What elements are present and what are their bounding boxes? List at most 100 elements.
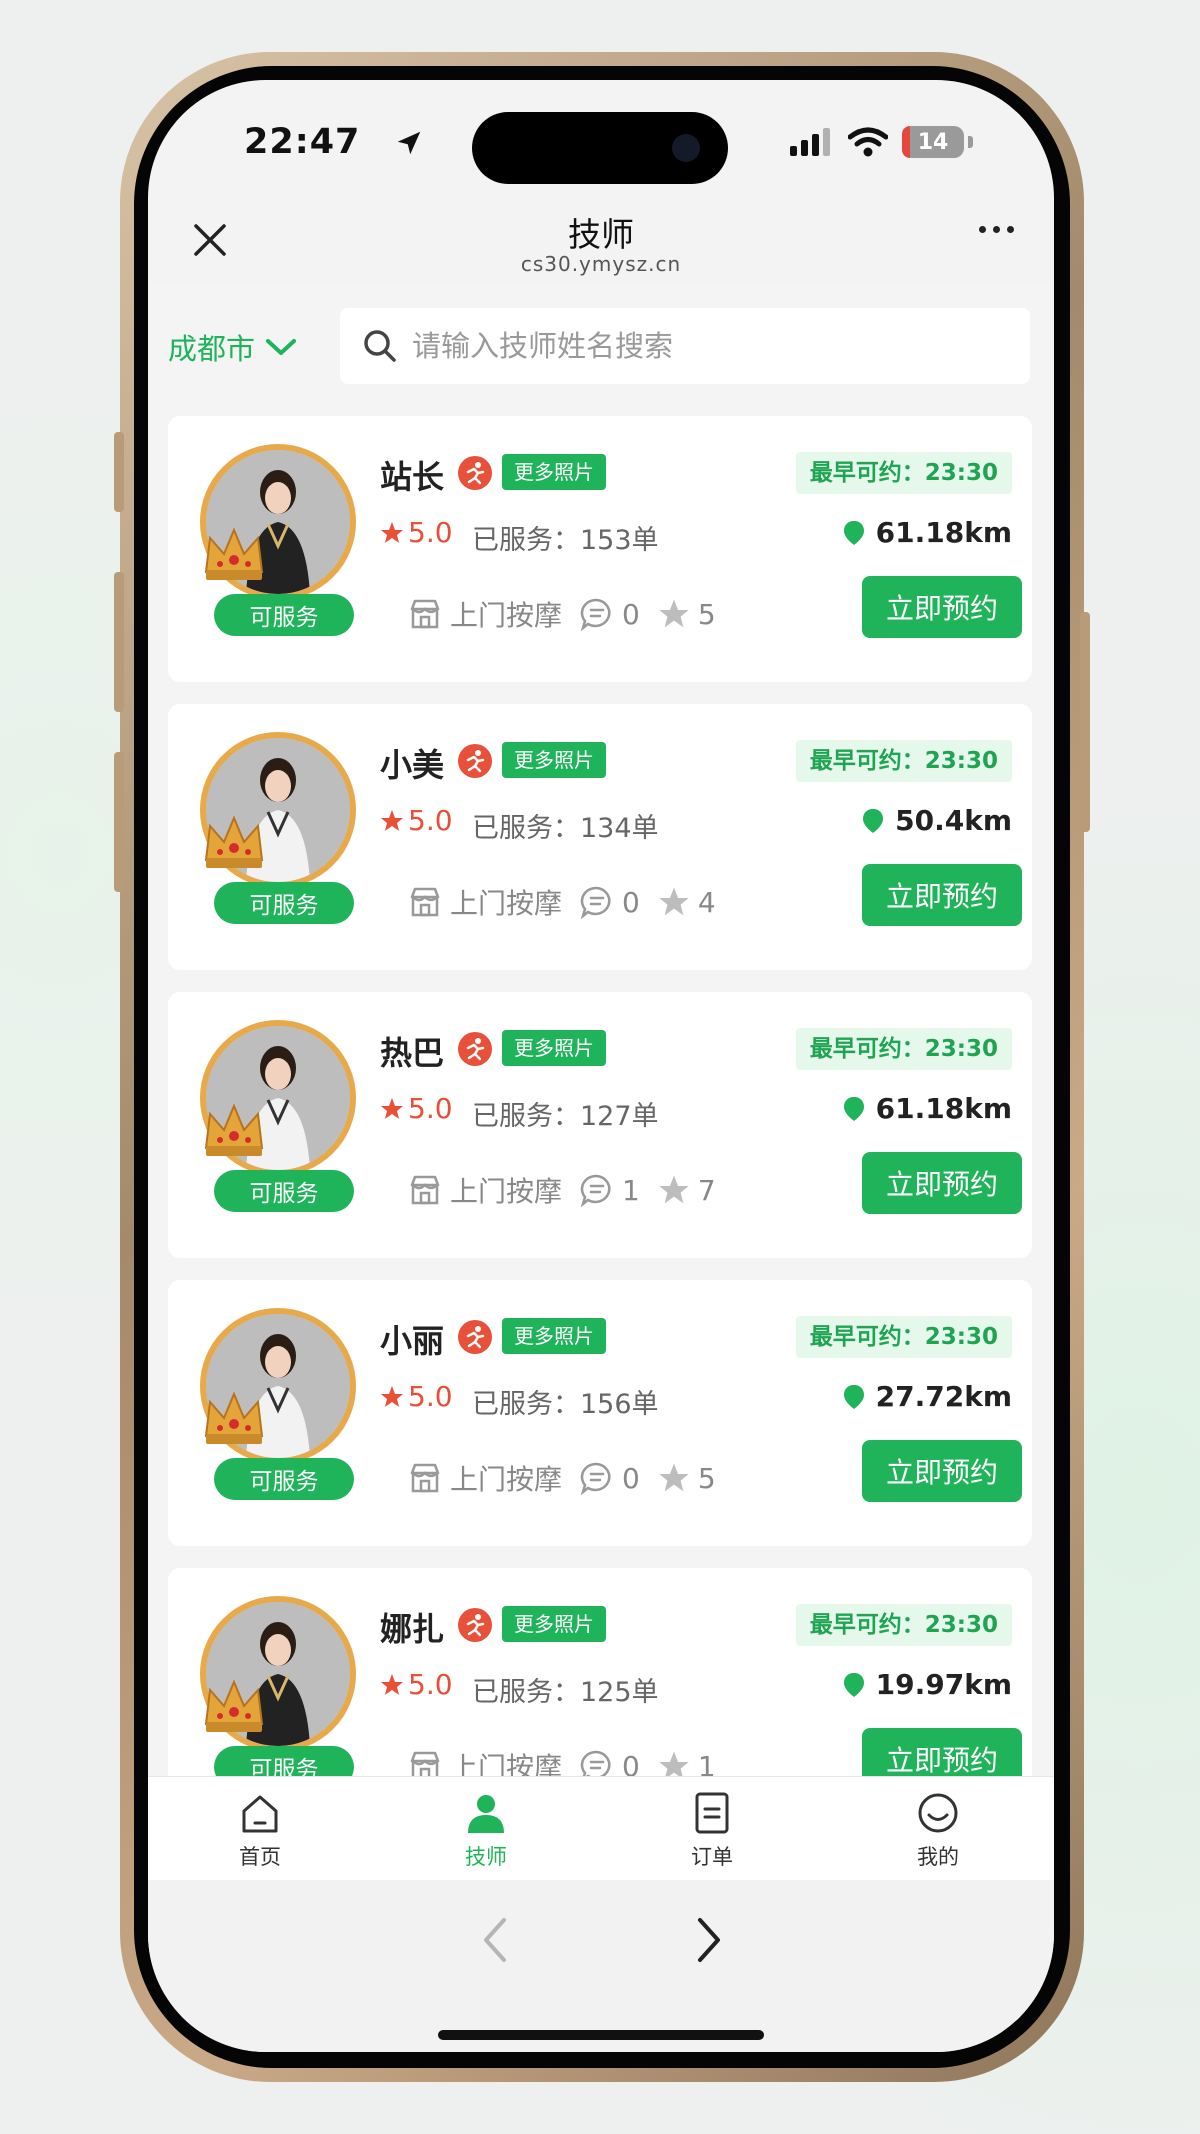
service-type: 上门按摩	[450, 1463, 563, 1496]
book-now-button[interactable]: 立即预约	[862, 1152, 1022, 1214]
more-photos-button[interactable]: 更多照片	[502, 454, 606, 490]
search-box[interactable]	[340, 308, 1030, 384]
rating-value: 5.0	[408, 516, 453, 549]
store-icon	[410, 1463, 440, 1493]
store-icon	[410, 599, 440, 629]
more-photos-button[interactable]: 更多照片	[502, 1030, 606, 1066]
book-now-button[interactable]: 立即预约	[862, 1440, 1022, 1502]
favorite-star-icon	[659, 599, 689, 628]
technician-avatar[interactable]	[200, 732, 356, 888]
technician-name: 热巴	[380, 1034, 445, 1072]
service-meta: 上门按摩 0 5	[408, 594, 716, 634]
tab-home[interactable]: 首页	[200, 1791, 320, 1871]
rating-value: 5.0	[408, 1668, 453, 1701]
location-arrow-icon	[397, 131, 421, 155]
technician-avatar[interactable]	[200, 1020, 356, 1176]
comment-icon	[580, 1750, 611, 1776]
crown-icon	[204, 815, 264, 868]
person-icon	[468, 1795, 504, 1833]
city-selector[interactable]: 成都市	[168, 326, 297, 368]
more-photos-button[interactable]: 更多照片	[502, 1318, 606, 1354]
favorite-count: 7	[697, 1173, 716, 1207]
technician-avatar[interactable]	[200, 1596, 356, 1752]
battery-level: 14	[917, 129, 949, 155]
browser-toolbar	[148, 1880, 1054, 2052]
chevron-down-icon	[266, 339, 297, 355]
tab-mine[interactable]: 我的	[878, 1791, 998, 1871]
rating: 5.0	[380, 516, 453, 549]
comment-count: 0	[622, 597, 640, 631]
search-input[interactable]	[410, 328, 994, 364]
tab-technician-label: 技师	[465, 1845, 507, 1869]
tab-orders[interactable]: 订单	[652, 1791, 772, 1871]
more-photos-button[interactable]: 更多照片	[502, 1606, 606, 1642]
battery-icon: 14	[902, 126, 964, 158]
service-meta: 上门按摩 1 7	[408, 1170, 716, 1210]
favorite-count: 5	[697, 597, 716, 631]
smile-icon	[918, 1793, 958, 1833]
home-indicator[interactable]	[438, 2030, 764, 2040]
more-photos-button[interactable]: 更多照片	[502, 742, 606, 778]
comment-count: 1	[622, 1173, 640, 1207]
rating: 5.0	[380, 804, 453, 837]
rating-value: 5.0	[408, 804, 453, 837]
distance: 50.4km	[861, 804, 1012, 837]
distance: 19.97km	[842, 1668, 1012, 1701]
rating: 5.0	[380, 1092, 453, 1125]
distance: 27.72km	[842, 1380, 1012, 1413]
running-icon	[458, 1032, 492, 1066]
location-pin-icon	[843, 520, 864, 545]
back-arrow-icon[interactable]	[480, 1916, 512, 1964]
more-icon[interactable]	[979, 226, 1014, 233]
availability-badge: 可服务	[214, 594, 354, 636]
distance-value: 19.97km	[875, 1668, 1012, 1701]
technician-name: 娜扎	[380, 1610, 445, 1648]
distance-value: 61.18km	[875, 1092, 1012, 1125]
technician-name: 站长	[380, 458, 445, 496]
dynamic-island	[472, 112, 728, 184]
crown-icon	[204, 527, 264, 580]
service-meta: 上门按摩 0 4	[408, 882, 716, 922]
order-icon	[695, 1792, 729, 1834]
running-icon	[458, 456, 492, 490]
running-icon	[458, 1608, 492, 1642]
rating: 5.0	[380, 1668, 453, 1701]
book-now-button[interactable]: 立即预约	[862, 576, 1022, 638]
earliest-booking-badge: 最早可约：23:30	[795, 1604, 1012, 1646]
comment-count: 0	[622, 1461, 640, 1495]
signal-icon	[790, 128, 830, 156]
book-now-button[interactable]: 立即预约	[862, 864, 1022, 926]
technician-card[interactable]: 可服务 站长 更多照片 最早可约：23:30 5.0 已服务：153单 61.1…	[168, 416, 1032, 682]
technician-card[interactable]: 可服务 娜扎 更多照片 最早可约：23:30 5.0 已服务：125单 19.9…	[168, 1568, 1032, 1776]
technician-card[interactable]: 可服务 小美 更多照片 最早可约：23:30 5.0 已服务：134单 50.4…	[168, 704, 1032, 970]
served-count: 已服务：134单	[472, 813, 659, 844]
favorite-count: 5	[697, 1461, 716, 1495]
technician-card[interactable]: 可服务 小丽 更多照片 最早可约：23:30 5.0 已服务：156单 27.7…	[168, 1280, 1032, 1546]
service-meta: 上门按摩 0 5	[408, 1458, 716, 1498]
forward-arrow-icon[interactable]	[692, 1916, 724, 1964]
book-now-button[interactable]: 立即预约	[862, 1728, 1022, 1776]
technician-avatar[interactable]	[200, 444, 356, 600]
earliest-booking-badge: 最早可约：23:30	[795, 1028, 1012, 1070]
star-icon	[381, 1385, 403, 1407]
page-url: cs30.ymysz.cn	[520, 252, 682, 276]
comment-count: 0	[622, 885, 640, 919]
distance-value: 27.72km	[875, 1380, 1012, 1413]
availability-badge: 可服务	[214, 1746, 354, 1776]
comment-icon	[580, 1462, 611, 1495]
crown-icon	[204, 1103, 264, 1156]
page-title: 技师	[568, 215, 634, 254]
star-icon	[381, 521, 403, 543]
tab-orders-label: 订单	[691, 1845, 733, 1869]
star-icon	[381, 809, 403, 831]
technician-card[interactable]: 可服务 热巴 更多照片 最早可约：23:30 5.0 已服务：127单 61.1…	[168, 992, 1032, 1258]
location-pin-icon	[843, 1384, 864, 1409]
comment-count: 0	[622, 1749, 640, 1777]
favorite-star-icon	[659, 1751, 689, 1776]
status-indicators: 14	[788, 126, 973, 158]
location-pin-icon	[843, 1096, 864, 1121]
technician-avatar[interactable]	[200, 1308, 356, 1464]
favorite-star-icon	[659, 1175, 689, 1204]
crown-icon	[204, 1391, 264, 1444]
tab-technician[interactable]: 技师	[426, 1791, 546, 1871]
